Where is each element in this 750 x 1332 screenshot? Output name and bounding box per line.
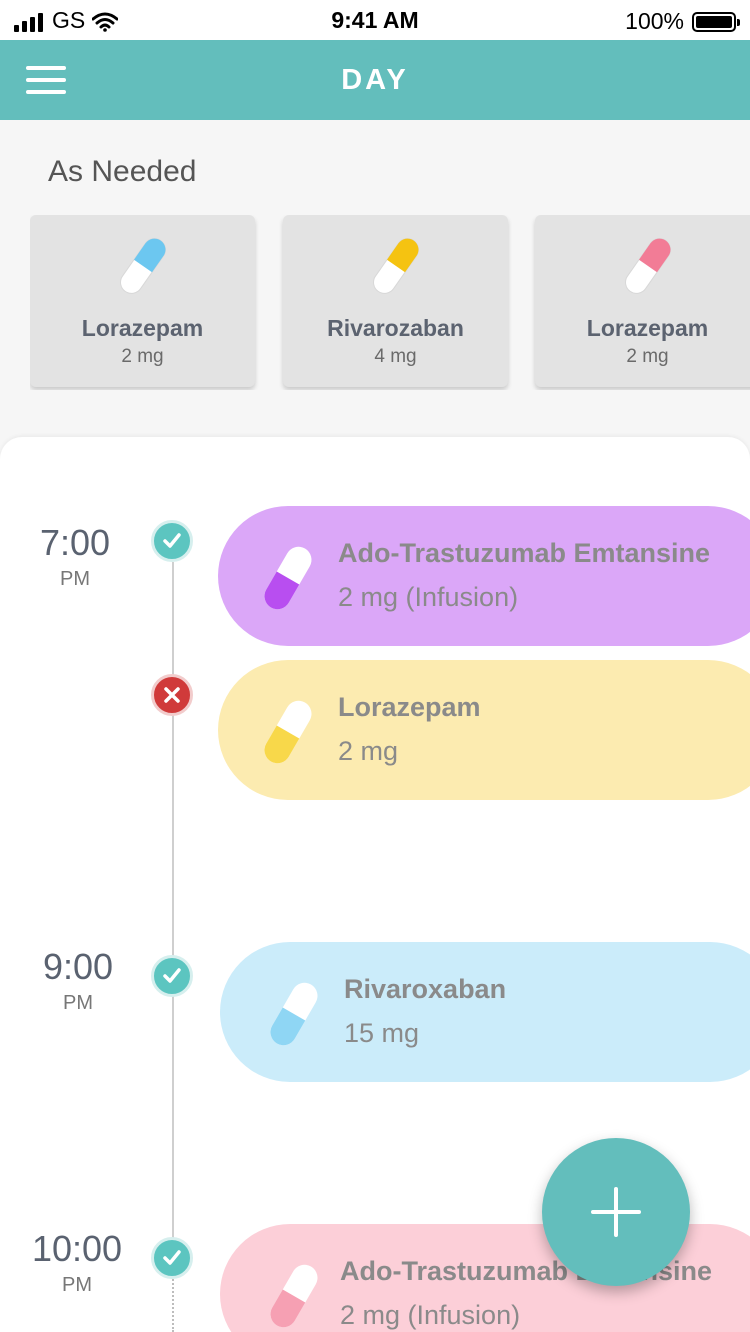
dose-med-name: Rivaroxaban	[344, 974, 507, 1004]
dose-card[interactable]: Ado-Trastuzumab Emtansine 2 mg (Infusion…	[218, 506, 750, 646]
taken-check-icon[interactable]	[151, 520, 193, 562]
pill-icon	[258, 540, 318, 616]
dose-amount: 2 mg (Infusion)	[338, 582, 519, 612]
app-header: DAY	[0, 40, 750, 120]
time-ampm: PM	[63, 992, 93, 1014]
dose-amount: 2 mg	[338, 736, 399, 766]
time-value: 7:00	[39, 522, 111, 563]
card-med-dose: 4 mg	[374, 346, 417, 367]
time-group-label: 10:00 PM	[22, 1228, 132, 1297]
dose-amount: 2 mg (Infusion)	[340, 1300, 521, 1330]
add-medication-button[interactable]	[542, 1138, 690, 1286]
pill-icon	[258, 694, 318, 770]
status-bar: GS 9:41 AM 100%	[0, 0, 750, 40]
card-med-name: Lorazepam	[586, 315, 709, 341]
pill-icon	[264, 976, 324, 1052]
dose-med-name: Lorazepam	[338, 692, 481, 722]
time-group-label: 9:00 PM	[23, 946, 133, 1015]
missed-x-icon[interactable]	[151, 674, 193, 716]
as-needed-card[interactable]: Rivarozaban 4 mg	[283, 215, 508, 387]
battery-percent: 100%	[625, 8, 684, 34]
card-med-dose: 2 mg	[626, 346, 669, 367]
taken-check-icon[interactable]	[151, 955, 193, 997]
pill-icon	[264, 1258, 324, 1332]
battery-icon	[692, 11, 740, 32]
time-ampm: PM	[60, 568, 90, 590]
time-ampm: PM	[62, 1274, 92, 1296]
dose-card[interactable]: Lorazepam 2 mg	[218, 660, 750, 800]
card-med-name: Lorazepam	[81, 315, 204, 341]
dose-card[interactable]: Rivaroxaban 15 mg	[220, 942, 750, 1082]
pill-icon	[623, 231, 673, 301]
time-group-label: 7:00 PM	[20, 522, 130, 591]
as-needed-carousel[interactable]: Lorazepam 2 mg Rivarozaban 4 mg Lorazepa…	[30, 215, 750, 390]
as-needed-title: As Needed	[48, 155, 197, 188]
time-value: 10:00	[31, 1228, 123, 1269]
plus-icon	[591, 1187, 641, 1237]
dose-amount: 15 mg	[344, 1018, 420, 1048]
pill-icon	[118, 231, 168, 301]
taken-check-icon[interactable]	[151, 1237, 193, 1279]
card-med-name: Rivarozaban	[327, 315, 464, 341]
card-med-dose: 2 mg	[121, 346, 164, 367]
pill-icon	[371, 231, 421, 301]
as-needed-card[interactable]: Lorazepam 2 mg	[30, 215, 255, 387]
time-value: 9:00	[42, 946, 114, 987]
dose-med-name: Ado-Trastuzumab Emtansine	[338, 538, 711, 568]
as-needed-card[interactable]: Lorazepam 2 mg	[535, 215, 750, 387]
page-title: DAY	[341, 64, 409, 96]
battery-area: 100%	[625, 8, 740, 35]
timeline-line	[172, 562, 174, 1252]
